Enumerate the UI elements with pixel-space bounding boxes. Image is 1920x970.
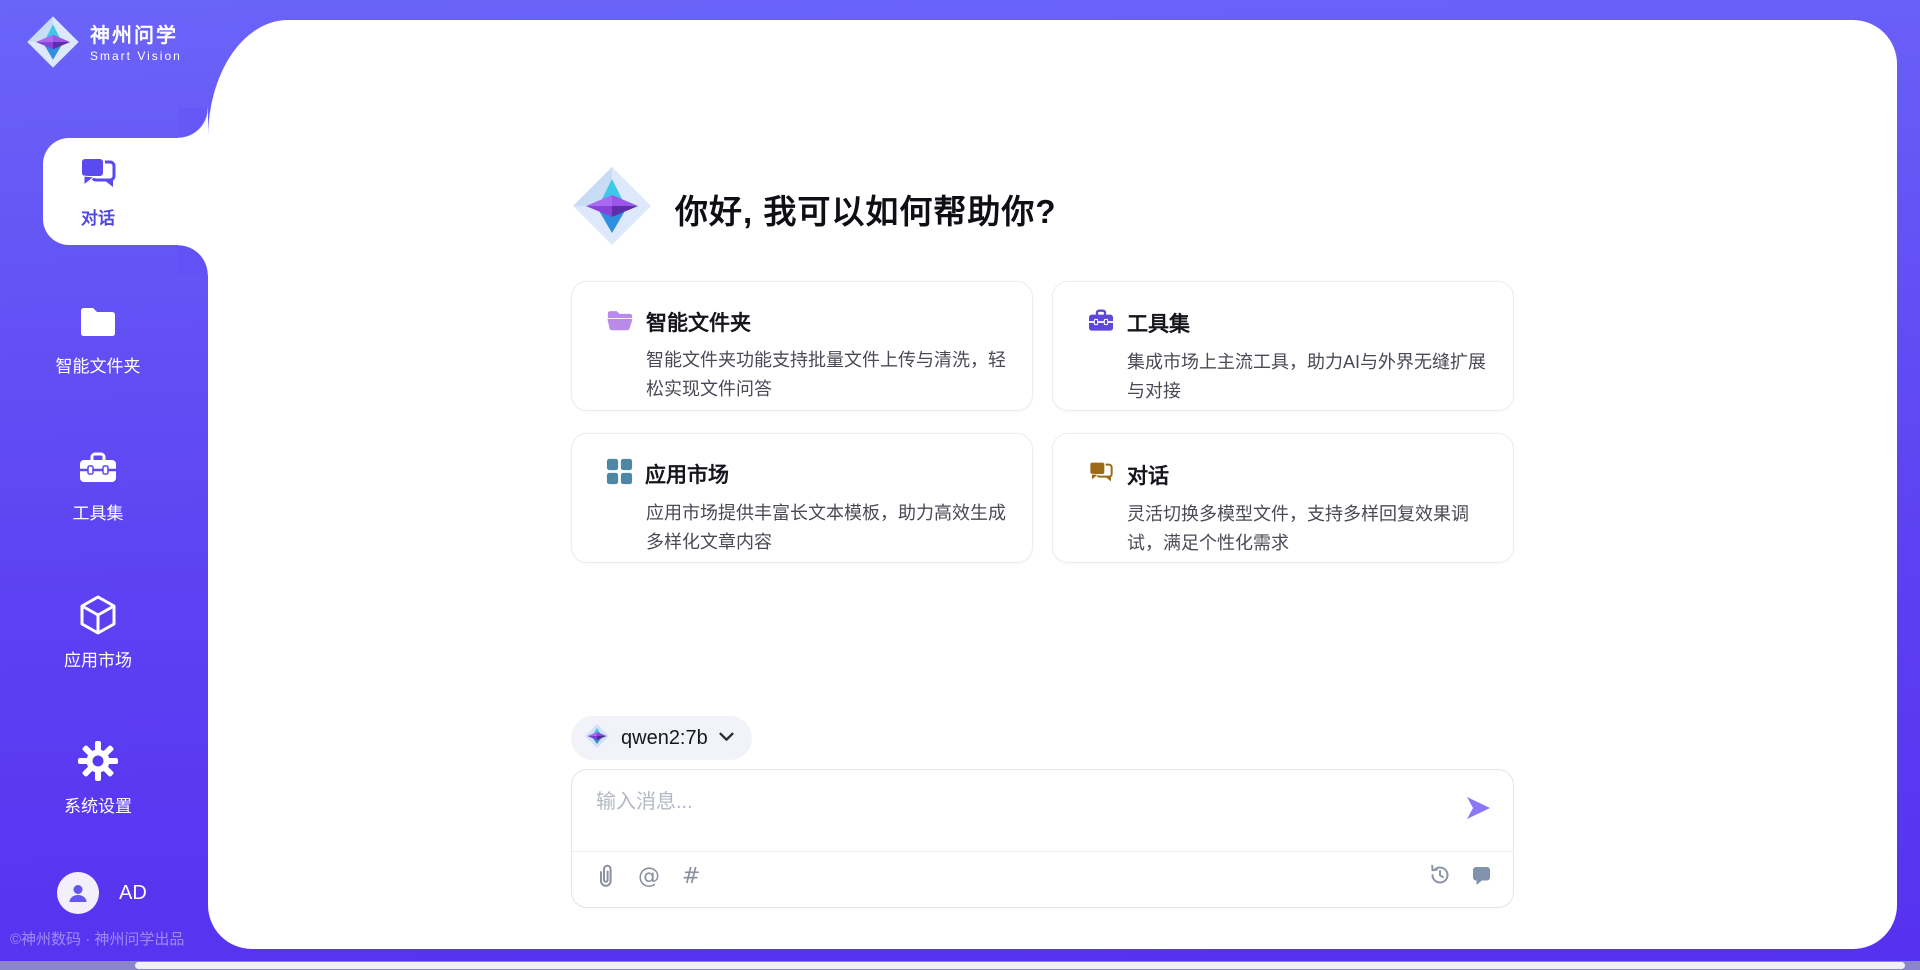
tab-fillet-top: [178, 108, 208, 138]
sidebar-item-app-market[interactable]: 应用市场: [0, 594, 196, 671]
attach-file-button[interactable]: [594, 863, 616, 890]
card-description: 灵活切换多模型文件，支持多样回复效果调试，满足个性化需求: [1127, 500, 1491, 558]
at-icon: @: [638, 865, 660, 889]
card-toolset[interactable]: 工具集 集成市场上主流工具，助力AI与外界无缝扩展与对接: [1052, 281, 1514, 411]
app-root: 神州问学 Smart Vision 对话 智能文件夹: [0, 0, 1920, 970]
hero: 你好, 我可以如何帮助你?: [571, 165, 1514, 252]
paperclip-icon: [594, 863, 616, 890]
brand-subtitle: Smart Vision: [90, 50, 182, 64]
model-name: qwen2:7b: [621, 727, 708, 750]
send-icon: [1464, 810, 1492, 825]
mention-button[interactable]: @: [638, 865, 660, 889]
hashtag-button[interactable]: #: [682, 865, 700, 889]
sidebar-item-smart-folder[interactable]: 智能文件夹: [0, 300, 196, 377]
feedback-chat-button[interactable]: [1470, 864, 1493, 890]
card-title: 智能文件夹: [646, 307, 751, 337]
avatar: [57, 872, 99, 914]
brand-logo[interactable]: 神州问学 Smart Vision: [26, 15, 182, 74]
feature-cards: 智能文件夹 智能文件夹功能支持批量文件上传与清洗，轻松实现文件问答: [571, 281, 1514, 563]
composer-divider: [572, 851, 1513, 852]
greeting-title: 你好, 我可以如何帮助你?: [675, 185, 1057, 233]
cube-icon: [77, 623, 119, 640]
user-label: AD: [119, 882, 147, 905]
sidebar-item-label: 智能文件夹: [0, 352, 196, 377]
history-button[interactable]: [1428, 863, 1452, 890]
message-input[interactable]: [596, 785, 1436, 843]
brand-name: 神州问学: [90, 25, 182, 48]
toolbox-icon: [1087, 306, 1115, 339]
chat-bubble-icon: [1470, 864, 1493, 890]
card-description: 智能文件夹功能支持批量文件上传与清洗，轻松实现文件问答: [646, 346, 1010, 404]
tab-fillet-bottom: [178, 245, 208, 275]
chat-icon: [1087, 458, 1115, 491]
card-title: 应用市场: [645, 459, 729, 489]
card-app-market[interactable]: 应用市场 应用市场提供丰富长文本模板，助力高效生成多样化文章内容: [571, 433, 1033, 563]
send-button[interactable]: [1463, 794, 1493, 824]
chat-icon: [77, 181, 119, 198]
card-description: 集成市场上主流工具，助力AI与外界无缝扩展与对接: [1127, 348, 1491, 406]
sidebar-item-label: 系统设置: [0, 792, 196, 817]
card-chat[interactable]: 对话 灵活切换多模型文件，支持多样回复效果调试，满足个性化需求: [1052, 433, 1514, 563]
hash-icon: #: [682, 865, 700, 889]
card-title: 工具集: [1127, 308, 1190, 338]
card-description: 应用市场提供丰富长文本模板，助力高效生成多样化文章内容: [646, 499, 1010, 557]
hero-diamond-icon: [571, 165, 653, 252]
sidebar-item-label: 应用市场: [0, 646, 196, 671]
card-title: 对话: [1127, 460, 1169, 490]
sidebar-item-label: 对话: [0, 204, 196, 229]
chevron-down-icon: [719, 729, 734, 747]
brand-diamond-icon: [26, 15, 80, 74]
sidebar-item-chat[interactable]: 对话: [0, 152, 196, 229]
copyright-footer: ©神州数码 · 神州问学出品: [10, 928, 210, 949]
horizontal-scrollbar: [0, 961, 1920, 970]
folder-open-icon: [606, 306, 634, 337]
sidebar-item-toolset[interactable]: 工具集: [0, 447, 196, 524]
history-icon: [1428, 863, 1452, 890]
horizontal-scrollbar-thumb[interactable]: [135, 962, 1905, 969]
gear-icon: [77, 769, 119, 786]
model-selector[interactable]: qwen2:7b: [571, 716, 752, 760]
main-panel: 你好, 我可以如何帮助你? 智能文件夹 智能文件夹功能支持批量文件上传与清洗，轻…: [208, 20, 1897, 949]
user-account[interactable]: AD: [57, 872, 147, 914]
sidebar-item-label: 工具集: [0, 499, 196, 524]
model-diamond-icon: [584, 723, 610, 754]
message-composer: @ #: [571, 769, 1514, 908]
toolbox-icon: [77, 476, 119, 493]
card-smart-folder[interactable]: 智能文件夹 智能文件夹功能支持批量文件上传与清洗，轻松实现文件问答: [571, 281, 1033, 411]
app-grid-icon: [606, 458, 633, 490]
folder-icon: [77, 329, 119, 346]
sidebar-item-settings[interactable]: 系统设置: [0, 740, 196, 817]
